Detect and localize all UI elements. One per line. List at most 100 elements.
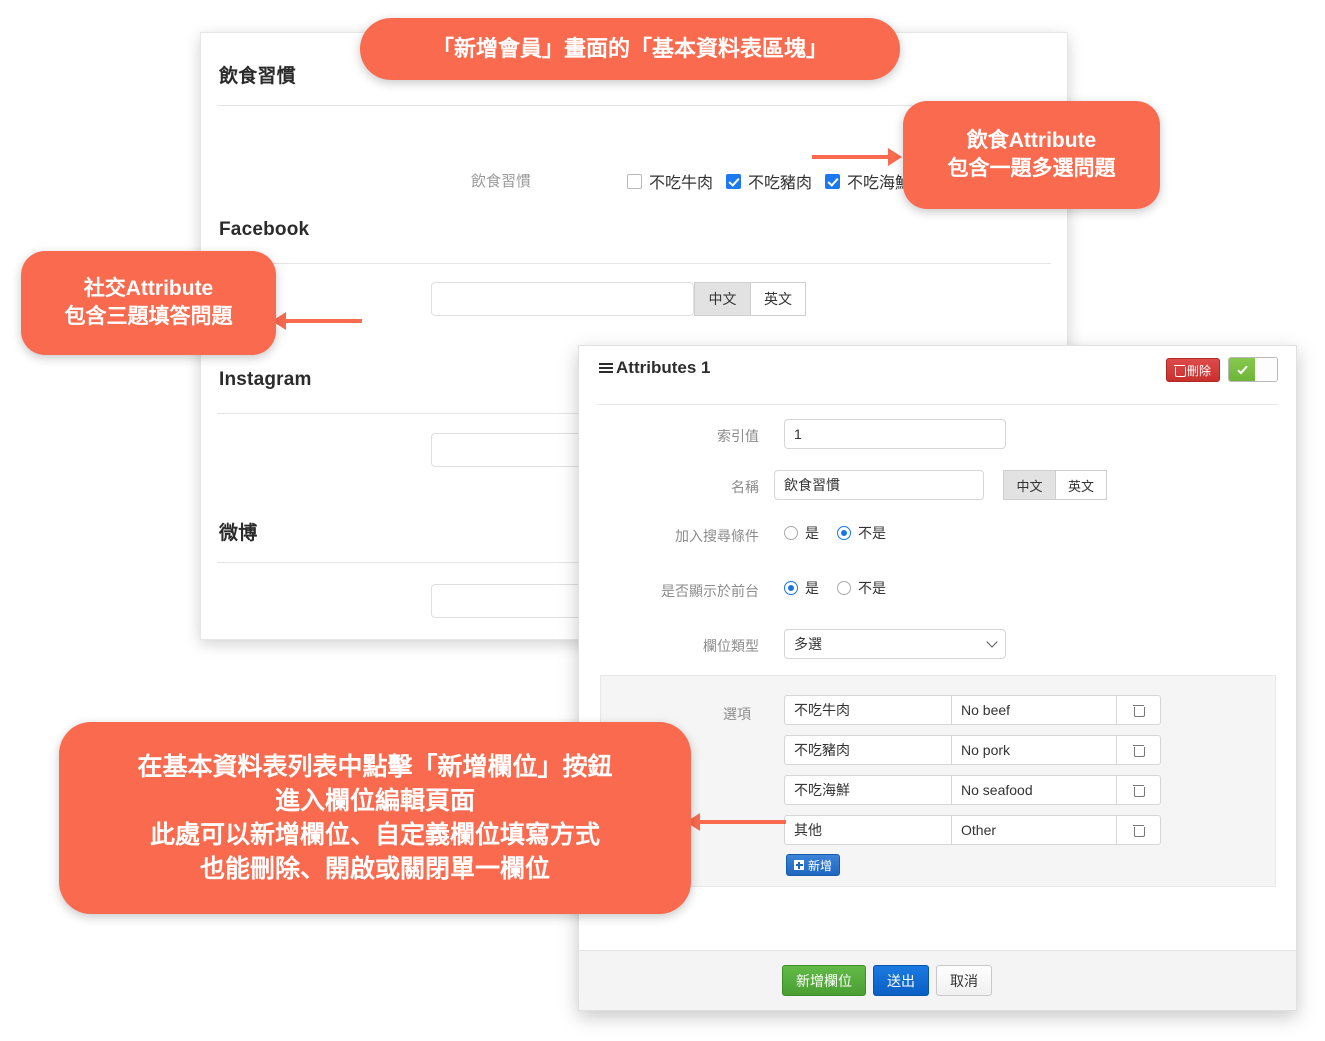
arrow-to-social-callout bbox=[272, 312, 362, 330]
radio-label: 是 bbox=[805, 578, 819, 598]
show-frontend-field-label: 是否顯示於前台 bbox=[578, 581, 759, 601]
add-field-button[interactable]: 新增欄位 bbox=[782, 965, 866, 996]
searchable-radio-group[interactable]: 是 不是 bbox=[784, 523, 904, 543]
option-en-input[interactable]: No seafood bbox=[951, 775, 1117, 805]
attribute-panel-title: Attributes 1 bbox=[616, 358, 710, 378]
field-type-label: 欄位類型 bbox=[578, 636, 759, 656]
submit-button[interactable]: 送出 bbox=[873, 965, 929, 996]
show-frontend-radio-group[interactable]: 是 不是 bbox=[784, 578, 904, 598]
diet-field-label: 飲食習慣 bbox=[331, 170, 531, 191]
attribute-enable-toggle[interactable] bbox=[1228, 357, 1278, 382]
facebook-input[interactable] bbox=[431, 282, 694, 316]
section-heading-facebook: Facebook bbox=[219, 219, 309, 241]
hamburger-icon[interactable] bbox=[599, 362, 613, 374]
radio-icon[interactable] bbox=[784, 526, 798, 540]
callout-diet-line1: 飲食Attribute bbox=[967, 127, 1097, 155]
attribute-options-block: 選項 不吃牛肉 No beef 不吃豬肉 No pork 不吃海鮮 No sea… bbox=[600, 675, 1276, 887]
option-row[interactable]: 其他 Other bbox=[784, 815, 1161, 845]
toggle-knob bbox=[1255, 358, 1277, 381]
radio-label: 是 bbox=[805, 523, 819, 543]
field-type-value: 多選 bbox=[794, 634, 822, 654]
searchable-field-label: 加入搜尋條件 bbox=[578, 526, 759, 546]
option-zh-input[interactable]: 不吃豬肉 bbox=[784, 735, 951, 765]
option-en-input[interactable]: No beef bbox=[951, 695, 1117, 725]
chevron-down-icon bbox=[986, 636, 997, 647]
radio-label: 不是 bbox=[858, 523, 886, 543]
delete-attribute-button[interactable]: 刪除 bbox=[1166, 358, 1220, 382]
callout-social-line1: 社交Attribute bbox=[84, 275, 214, 303]
radio-icon[interactable] bbox=[784, 581, 798, 595]
option-delete-button[interactable] bbox=[1117, 735, 1161, 765]
section-divider-facebook bbox=[217, 263, 1051, 264]
option-en-input[interactable]: Other bbox=[951, 815, 1117, 845]
field-type-select[interactable]: 多選 bbox=[784, 629, 1006, 659]
lang-button-en[interactable]: 英文 bbox=[750, 282, 806, 316]
add-option-button[interactable]: 新增 bbox=[786, 854, 840, 876]
callout-top-banner: 「新增會員」畫面的「基本資料表區塊」 bbox=[360, 18, 900, 80]
checkbox-icon[interactable] bbox=[627, 174, 642, 189]
trash-icon bbox=[1134, 825, 1143, 836]
add-option-label: 新增 bbox=[808, 857, 832, 874]
section-heading-instagram: Instagram bbox=[219, 369, 312, 391]
callout-top-text: 「新增會員」畫面的「基本資料表區塊」 bbox=[432, 34, 828, 63]
lang-button-en[interactable]: 英文 bbox=[1055, 470, 1107, 500]
callout-big-line3: 此處可以新增欄位、自定義欄位填寫方式 bbox=[150, 818, 600, 852]
index-field-label: 索引值 bbox=[578, 426, 759, 446]
radio-icon[interactable] bbox=[837, 526, 851, 540]
callout-big-line4: 也能刪除、開啟或關閉單一欄位 bbox=[200, 852, 550, 886]
screenshot-stage: 飲食習慣 飲食習慣 不吃牛肉 不吃豬肉 不吃海鮮 其他 Facebook bbox=[0, 0, 1325, 1041]
facebook-lang-toggle[interactable]: 中文 英文 bbox=[694, 282, 806, 316]
callout-social-attribute: 社交Attribute 包含三題填答問題 bbox=[21, 251, 276, 355]
plus-icon bbox=[794, 860, 804, 870]
option-row[interactable]: 不吃海鮮 No seafood bbox=[784, 775, 1161, 805]
radio-item-yes[interactable]: 是 bbox=[784, 578, 819, 598]
option-delete-button[interactable] bbox=[1117, 775, 1161, 805]
radio-item-no[interactable]: 不是 bbox=[837, 523, 886, 543]
index-input[interactable]: 1 bbox=[784, 419, 1006, 449]
option-zh-input[interactable]: 不吃海鮮 bbox=[784, 775, 951, 805]
option-row[interactable]: 不吃牛肉 No beef bbox=[784, 695, 1161, 725]
checkbox-label: 不吃豬肉 bbox=[748, 169, 812, 193]
cancel-button[interactable]: 取消 bbox=[936, 965, 992, 996]
attribute-panel-footer: 新增欄位 送出 取消 bbox=[579, 950, 1296, 1010]
trash-icon bbox=[1175, 365, 1184, 376]
checkbox-icon[interactable] bbox=[825, 174, 840, 189]
checkbox-item-no-beef[interactable]: 不吃牛肉 bbox=[627, 169, 713, 193]
radio-item-no[interactable]: 不是 bbox=[837, 578, 886, 598]
name-input[interactable]: 飲食習慣 bbox=[774, 470, 984, 500]
delete-button-label: 刪除 bbox=[1187, 362, 1211, 379]
trash-icon bbox=[1134, 745, 1143, 756]
checkbox-item-no-seafood[interactable]: 不吃海鮮 bbox=[825, 169, 911, 193]
lang-button-zh[interactable]: 中文 bbox=[694, 282, 750, 316]
callout-big-line1: 在基本資料表列表中點擊「新增欄位」按鈕 bbox=[137, 750, 612, 784]
toggle-on-side bbox=[1229, 358, 1255, 381]
trash-icon bbox=[1134, 785, 1143, 796]
lang-button-zh[interactable]: 中文 bbox=[1003, 470, 1055, 500]
checkbox-icon[interactable] bbox=[726, 174, 741, 189]
attribute-panel-divider bbox=[597, 404, 1278, 405]
option-zh-input[interactable]: 不吃牛肉 bbox=[784, 695, 951, 725]
option-zh-input[interactable]: 其他 bbox=[784, 815, 951, 845]
checkbox-label: 不吃海鮮 bbox=[847, 169, 911, 193]
option-en-input[interactable]: No pork bbox=[951, 735, 1117, 765]
radio-label: 不是 bbox=[858, 578, 886, 598]
option-delete-button[interactable] bbox=[1117, 815, 1161, 845]
option-row[interactable]: 不吃豬肉 No pork bbox=[784, 735, 1161, 765]
section-heading-weibo: 微博 bbox=[219, 518, 257, 545]
name-lang-toggle[interactable]: 中文 英文 bbox=[1003, 470, 1107, 500]
arrow-to-diet-callout bbox=[812, 148, 907, 166]
callout-diet-attribute: 飲食Attribute 包含一題多選問題 bbox=[903, 101, 1160, 209]
radio-item-yes[interactable]: 是 bbox=[784, 523, 819, 543]
name-field-label: 名稱 bbox=[578, 477, 759, 497]
callout-big-line2: 進入欄位編輯頁面 bbox=[275, 784, 475, 818]
check-icon bbox=[1237, 363, 1247, 374]
attribute-panel-title-wrap: Attributes 1 bbox=[599, 358, 710, 378]
callout-field-editor-instructions: 在基本資料表列表中點擊「新增欄位」按鈕 進入欄位編輯頁面 此處可以新增欄位、自定… bbox=[59, 722, 691, 914]
option-delete-button[interactable] bbox=[1117, 695, 1161, 725]
attribute-panel-header: Attributes 1 刪除 bbox=[579, 346, 1296, 394]
callout-diet-line2: 包含一題多選問題 bbox=[948, 155, 1116, 183]
checkbox-item-no-pork[interactable]: 不吃豬肉 bbox=[726, 169, 812, 193]
callout-social-line2: 包含三題填答問題 bbox=[65, 303, 233, 331]
radio-icon[interactable] bbox=[837, 581, 851, 595]
trash-icon bbox=[1134, 705, 1143, 716]
